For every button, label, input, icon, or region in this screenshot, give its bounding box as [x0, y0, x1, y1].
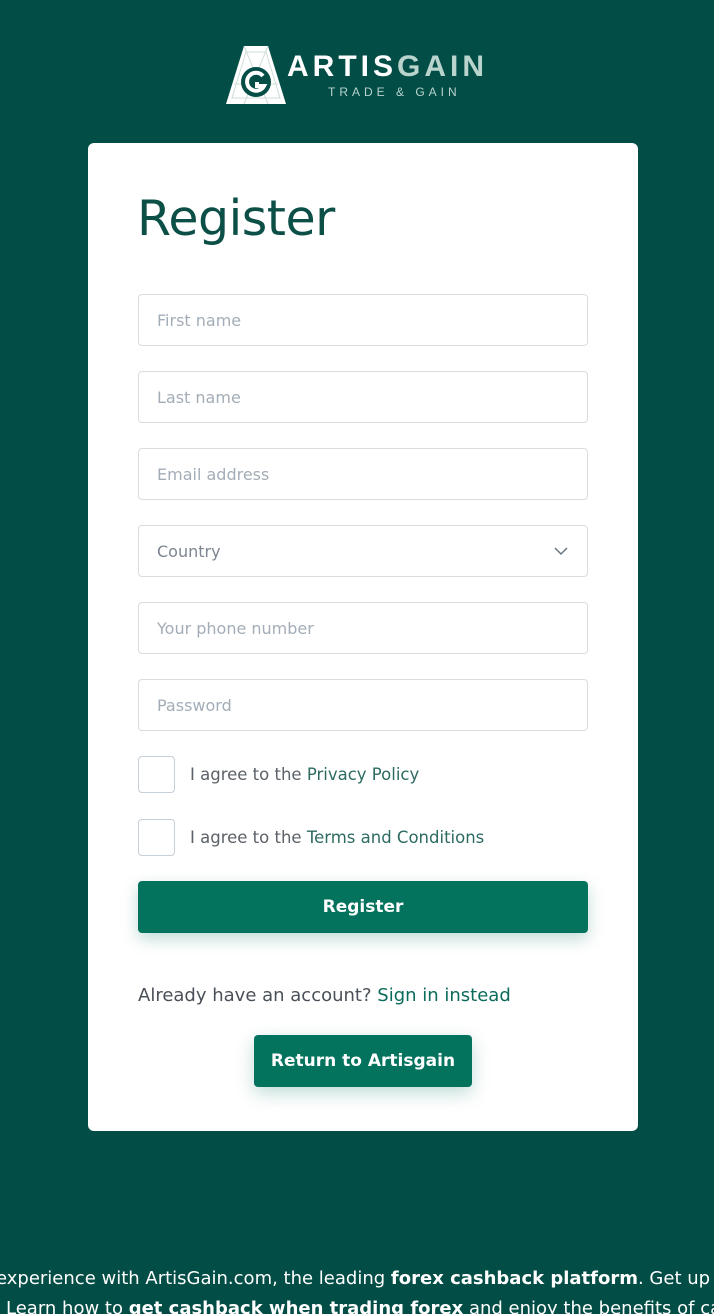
phone-input[interactable]	[157, 603, 569, 653]
footer-line-1-a: experience with ArtisGain.com, the leadi…	[0, 1268, 391, 1289]
footer-line-2-c: and enjoy the benefits of cas	[463, 1298, 714, 1314]
logo-tagline: TRADE & GAIN	[328, 85, 461, 99]
terms-checkbox[interactable]	[138, 818, 175, 856]
artisgain-logo[interactable]: ARTISGAIN TRADE & GAIN	[224, 44, 514, 108]
terms-row: I agree to the Terms and Conditions	[138, 818, 484, 856]
privacy-checkbox[interactable]	[138, 755, 175, 793]
terms-label: I agree to the Terms and Conditions	[190, 828, 484, 847]
footer-line-1-c: . Get up t	[637, 1268, 714, 1289]
last-name-input[interactable]	[157, 372, 569, 422]
privacy-policy-link[interactable]: Privacy Policy	[307, 765, 419, 784]
logo-mark-icon	[226, 45, 286, 105]
privacy-label: I agree to the Privacy Policy	[190, 765, 419, 784]
terms-conditions-link[interactable]: Terms and Conditions	[307, 828, 484, 847]
logo-word-gain: GAIN	[397, 50, 488, 83]
email-field	[138, 448, 588, 500]
footer-line-2-a: Learn how to	[6, 1298, 129, 1314]
footer-line-2: Learn how to get cashback when trading f…	[6, 1298, 714, 1314]
sign-in-link[interactable]: Sign in instead	[377, 985, 511, 1006]
password-field	[138, 679, 588, 731]
phone-field	[138, 602, 588, 654]
footer-line-1-b: forex cashback platform	[390, 1268, 638, 1289]
signin-prompt: Already have an account? Sign in instead	[138, 985, 511, 1006]
privacy-row: I agree to the Privacy Policy	[138, 755, 419, 793]
email-input[interactable]	[157, 449, 569, 499]
chevron-down-icon	[554, 547, 568, 556]
first-name-input[interactable]	[157, 295, 569, 345]
signin-prefix: Already have an account?	[138, 985, 378, 1006]
country-select[interactable]: Country	[138, 525, 588, 577]
logo-wordmark: ARTISGAIN	[287, 50, 488, 84]
return-button[interactable]: Return to Artisgain	[254, 1035, 472, 1087]
footer-line-2-b: get cashback when trading forex	[128, 1298, 464, 1314]
country-select-value: Country	[157, 541, 221, 561]
logo-word-artis: ARTIS	[287, 50, 397, 83]
register-card: Register Country I agree to the Privacy …	[88, 143, 638, 1131]
first-name-field	[138, 294, 588, 346]
terms-prefix: I agree to the	[190, 827, 307, 847]
footer-text: experience with ArtisGain.com, the leadi…	[0, 1266, 714, 1314]
privacy-prefix: I agree to the	[190, 764, 307, 784]
password-input[interactable]	[157, 680, 569, 730]
register-button[interactable]: Register	[138, 881, 588, 933]
footer-line-1: experience with ArtisGain.com, the leadi…	[0, 1268, 714, 1289]
page-title: Register	[137, 190, 335, 247]
last-name-field	[138, 371, 588, 423]
